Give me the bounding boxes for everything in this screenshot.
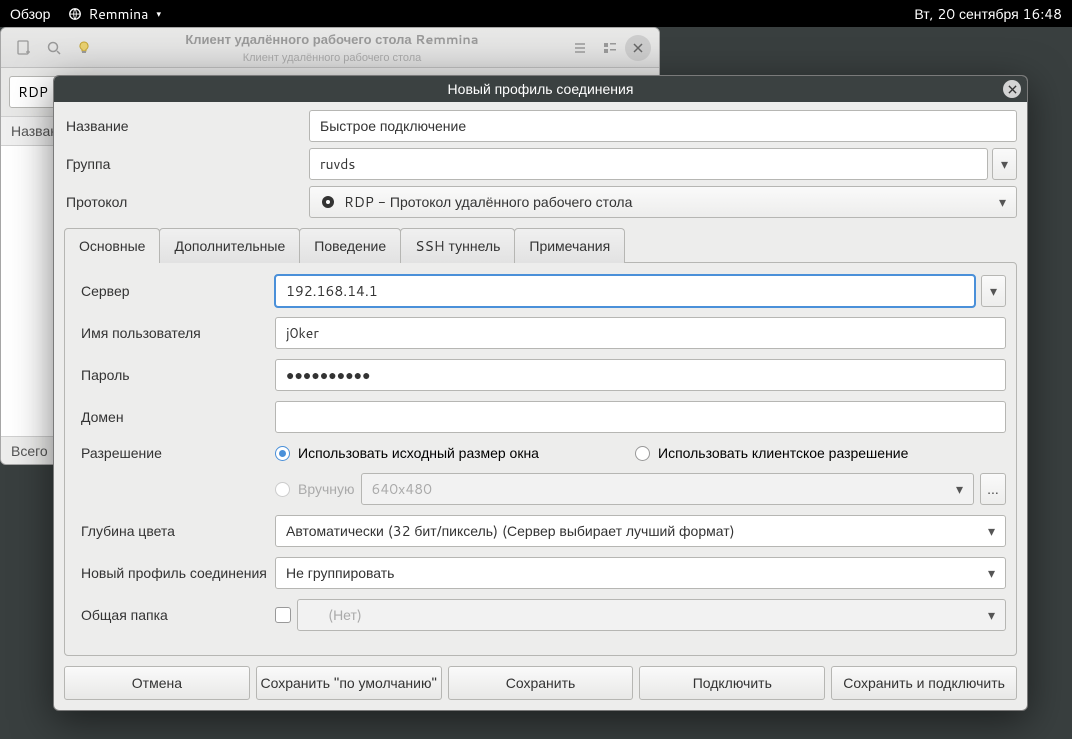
sharedfolder-select: (Нет) ▾ [297, 599, 1006, 631]
save-button[interactable]: Сохранить [448, 666, 634, 700]
tab-notes[interactable]: Примечания [514, 228, 625, 263]
chevron-down-icon: ▾ [999, 192, 1006, 212]
label-protocol: Протокол [64, 192, 309, 212]
server-dropdown-button[interactable]: ▾ [981, 275, 1006, 307]
save-default-button[interactable]: Сохранить "по умолчанию" [256, 666, 442, 700]
cancel-button[interactable]: Отмена [64, 666, 250, 700]
app-menu-label: Remmina [88, 4, 148, 24]
protocol-select[interactable]: RDP - Протокол удалённого рабочего стола… [309, 186, 1017, 218]
group-dropdown-button[interactable]: ▾ [992, 148, 1017, 180]
server-input[interactable] [275, 275, 975, 307]
rdp-icon [320, 194, 336, 210]
colordepth-select[interactable]: Автоматически (32 бит/пиксель) (Сервер в… [275, 515, 1006, 547]
hamburger-icon[interactable] [565, 33, 595, 63]
password-input[interactable] [275, 359, 1006, 391]
label-domain: Домен [75, 407, 275, 427]
username-input[interactable] [275, 317, 1006, 349]
main-titlebar: Клиент удалённого рабочего стола Remmina… [1, 28, 659, 68]
resolution-custom-select: 640x480 ▾ [361, 473, 975, 505]
tab-advanced[interactable]: Дополнительные [159, 228, 300, 263]
tab-basic[interactable]: Основные [64, 228, 160, 263]
dialog-title: Новый профиль соединения [448, 79, 634, 99]
close-icon[interactable] [625, 35, 651, 61]
chevron-down-icon: ▾ [156, 7, 161, 20]
activities-button[interactable]: Обзор [10, 4, 50, 24]
new-profile-dialog: Новый профиль соединения Название Группа… [53, 75, 1028, 711]
label-username: Имя пользователя [75, 323, 275, 343]
label-name: Название [64, 116, 309, 136]
label-colordepth: Глубина цвета [75, 521, 275, 541]
remmina-icon [68, 7, 82, 21]
grid-icon[interactable] [595, 33, 625, 63]
new-connection-icon[interactable] [9, 33, 39, 63]
dialog-button-row: Отмена Сохранить "по умолчанию" Сохранит… [64, 666, 1017, 700]
label-resolution: Разрешение [75, 443, 275, 463]
tab-panel-basic: Сервер ▾ Имя пользователя Пароль Домен Р… [64, 262, 1017, 656]
label-server: Сервер [75, 281, 275, 301]
sharedfolder-checkbox[interactable] [275, 607, 291, 623]
main-title: Клиент удалённого рабочего стола Remmina [99, 31, 565, 49]
dialog-close-icon[interactable] [1003, 80, 1021, 98]
label-password: Пароль [75, 365, 275, 385]
search-icon[interactable] [39, 33, 69, 63]
label-newprofile: Новый профиль соединения [75, 563, 275, 583]
save-connect-button[interactable]: Сохранить и подключить [831, 666, 1017, 700]
chevron-down-icon: ▾ [956, 479, 963, 499]
newprofile-select[interactable]: Не группировать ▾ [275, 557, 1006, 589]
main-subtitle: Клиент удалённого рабочего стола [99, 49, 565, 65]
clock[interactable]: Вт, 20 сентября 16:48 [914, 4, 1062, 24]
chevron-down-icon: ▾ [988, 563, 995, 583]
bulb-icon[interactable] [69, 33, 99, 63]
label-group: Группа [64, 154, 309, 174]
resolution-radio-custom[interactable]: Вручную [275, 479, 355, 499]
status-text: Всего [11, 441, 48, 461]
chevron-down-icon: ▾ [988, 605, 995, 625]
connect-button[interactable]: Подключить [639, 666, 825, 700]
tab-ssh[interactable]: SSH туннель [400, 228, 515, 263]
name-input[interactable] [309, 110, 1017, 142]
tabs: Основные Дополнительные Поведение SSH ту… [64, 228, 1017, 263]
resolution-radio-client[interactable]: Использовать клиентское разрешение [635, 443, 965, 463]
gnome-topbar: Обзор Remmina ▾ Вт, 20 сентября 16:48 [0, 0, 1072, 27]
dialog-titlebar: Новый профиль соединения [54, 76, 1027, 102]
group-input[interactable] [309, 148, 988, 180]
domain-input[interactable] [275, 401, 1006, 433]
label-sharedfolder: Общая папка [75, 605, 275, 625]
resolution-radio-original[interactable]: Использовать исходный размер окна [275, 443, 605, 463]
resolution-more-button[interactable]: … [980, 473, 1006, 505]
chevron-down-icon: ▾ [988, 521, 995, 541]
app-menu[interactable]: Remmina ▾ [68, 4, 161, 24]
tab-behavior[interactable]: Поведение [299, 228, 401, 263]
